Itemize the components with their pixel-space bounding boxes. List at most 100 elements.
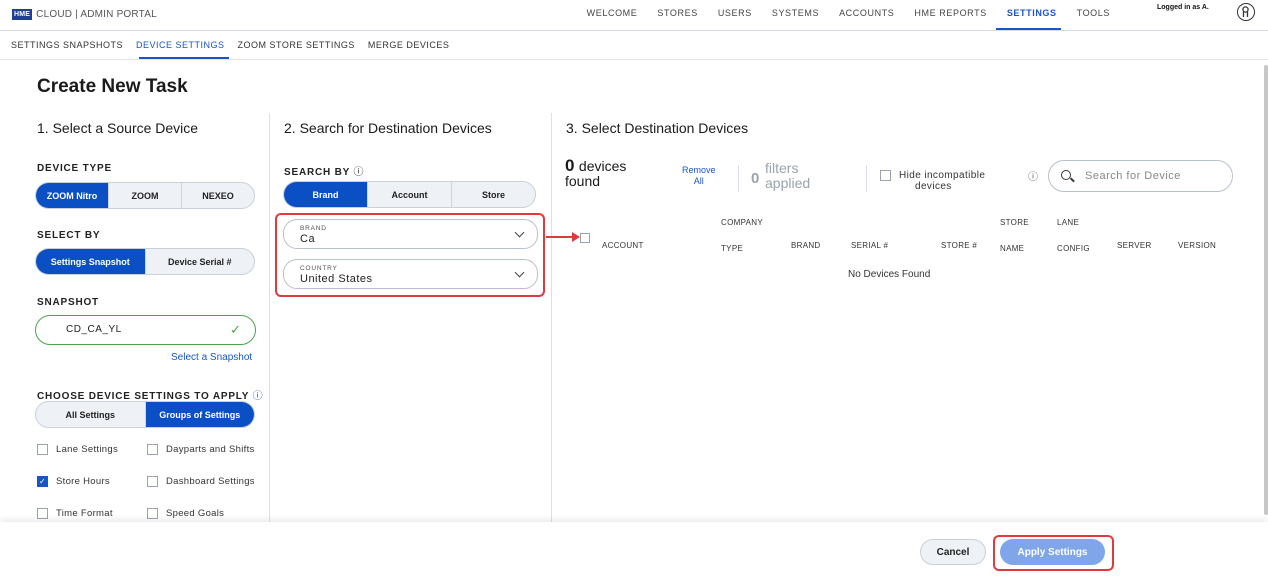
snapshot-value: CD_CA_YL — [66, 324, 122, 335]
setting-time-format[interactable]: Time Format — [37, 508, 113, 519]
select-destination-title: 3. Select Destination Devices — [566, 120, 749, 136]
setting-dayparts-and-shifts[interactable]: Dayparts and Shifts — [147, 444, 255, 455]
device-search[interactable]: Search for Device — [1048, 160, 1233, 192]
select-by-device-serial[interactable]: Device Serial # — [146, 249, 255, 274]
device-type-nexeo[interactable]: NEXEO — [182, 183, 254, 208]
info-icon[interactable]: ⓘ — [1028, 168, 1038, 183]
col-server[interactable]: SERVER — [1117, 226, 1152, 252]
checkbox[interactable] — [147, 476, 158, 487]
device-type-zoom-nitro[interactable]: ZOOM Nitro — [36, 183, 109, 208]
search-input[interactable]: Search for Device — [1085, 170, 1181, 182]
tab-merge-devices[interactable]: MERGE DEVICES — [368, 40, 450, 50]
country-dropdown[interactable]: COUNTRY United States — [283, 259, 538, 289]
select-snapshot-link[interactable]: Select a Snapshot — [171, 352, 252, 363]
col-company-type[interactable]: COMPANY TYPE — [721, 216, 763, 255]
nav-active-indicator — [996, 28, 1061, 30]
choose-settings-label: CHOOSE DEVICE SETTINGS TO APPLY ⓘ — [37, 391, 264, 402]
apply-settings-button[interactable]: Apply Settings — [1000, 539, 1105, 565]
col-lane-config[interactable]: LANE CONFIG — [1057, 216, 1090, 255]
checkbox[interactable] — [880, 170, 891, 181]
divider — [866, 165, 867, 192]
tab-settings-snapshots[interactable]: SETTINGS SNAPSHOTS — [11, 40, 123, 50]
col-account[interactable]: ACCOUNT — [602, 226, 644, 252]
brand-dropdown[interactable]: BRAND Ca — [283, 219, 538, 249]
cancel-button[interactable]: Cancel — [920, 539, 986, 565]
search-by-store[interactable]: Store — [452, 182, 535, 207]
remove-all-link[interactable]: Remove All — [682, 165, 716, 187]
snapshot-label: SNAPSHOT — [37, 297, 99, 308]
check-icon: ✓ — [230, 322, 241, 337]
column-divider — [551, 113, 552, 523]
select-by-settings-snapshot[interactable]: Settings Snapshot — [36, 249, 146, 274]
setting-lane-settings[interactable]: Lane Settings — [37, 444, 118, 455]
page-title: Create New Task — [37, 76, 188, 97]
devices-found-summary: 0 devices found — [565, 157, 626, 189]
col-brand[interactable]: BRAND — [791, 226, 821, 252]
hide-incompatible-label: Hide incompatible devices — [899, 170, 986, 192]
tab-device-settings[interactable]: DEVICE SETTINGS — [136, 40, 225, 50]
logo-badge: HME — [12, 9, 33, 20]
device-type-zoom[interactable]: ZOOM — [109, 183, 182, 208]
search-by-label: SEARCH BY ⓘ — [284, 167, 365, 178]
col-serial[interactable]: SERIAL # — [851, 226, 888, 252]
search-by-brand[interactable]: Brand — [284, 182, 368, 207]
chevron-down-icon — [514, 227, 525, 238]
search-by-account[interactable]: Account — [368, 182, 452, 207]
source-device-title: 1. Select a Source Device — [37, 120, 199, 136]
logo[interactable]: HME CLOUD | ADMIN PORTAL — [12, 9, 157, 20]
select-by-label: SELECT BY — [37, 230, 101, 241]
annotation-arrow-head — [572, 232, 580, 242]
chevron-down-icon — [514, 267, 525, 278]
select-by-selector: Settings Snapshot Device Serial # — [35, 248, 255, 275]
nav-tools[interactable]: TOOLS — [1077, 8, 1110, 18]
filters-count: 0 — [751, 170, 760, 187]
checkbox[interactable] — [147, 444, 158, 455]
select-all-checkbox[interactable] — [580, 233, 590, 243]
logo-text: CLOUD | ADMIN PORTAL — [36, 9, 157, 20]
tab-zoom-store-settings[interactable]: ZOOM STORE SETTINGS — [238, 40, 355, 50]
filters-label: filters applied — [765, 160, 811, 191]
checkbox-checked[interactable]: ✓ — [37, 476, 48, 487]
search-destination-title: 2. Search for Destination Devices — [284, 120, 492, 136]
empty-state-text: No Devices Found — [848, 269, 931, 280]
checkbox[interactable] — [147, 508, 158, 519]
nav-stores[interactable]: STORES — [657, 8, 697, 18]
search-icon — [1061, 170, 1071, 180]
setting-store-hours[interactable]: ✓ Store Hours — [37, 476, 110, 487]
info-icon[interactable]: ⓘ — [253, 391, 264, 402]
device-type-selector: ZOOM Nitro ZOOM NEXEO — [35, 182, 255, 209]
nav-hme-reports[interactable]: HME REPORTS — [914, 8, 986, 18]
divider — [738, 165, 739, 192]
snapshot-field[interactable]: CD_CA_YL ✓ — [35, 315, 256, 345]
nav-accounts[interactable]: ACCOUNTS — [839, 8, 894, 18]
column-divider — [269, 113, 270, 523]
setting-speed-goals[interactable]: Speed Goals — [147, 508, 224, 519]
nav-users[interactable]: USERS — [718, 8, 752, 18]
subnav-active-indicator — [139, 57, 229, 59]
col-store-name[interactable]: STORE NAME — [1000, 216, 1029, 255]
scrollbar[interactable] — [1264, 65, 1268, 515]
annotation-arrow — [546, 236, 574, 238]
found-label: found — [565, 173, 601, 189]
nav-systems[interactable]: SYSTEMS — [772, 8, 819, 18]
top-bar: HME CLOUD | ADMIN PORTAL WELCOME STORES … — [0, 0, 1268, 31]
checkbox[interactable] — [37, 444, 48, 455]
country-value: United States — [300, 273, 373, 285]
setting-dashboard-settings[interactable]: Dashboard Settings — [147, 476, 255, 487]
nav-settings[interactable]: SETTINGS — [1007, 8, 1057, 18]
col-store-number[interactable]: STORE # — [941, 226, 977, 252]
footer-bar: Cancel Apply Settings — [0, 522, 1268, 577]
scope-groups-of-settings[interactable]: Groups of Settings — [145, 402, 254, 427]
checkbox[interactable] — [37, 508, 48, 519]
country-label: COUNTRY — [300, 265, 338, 272]
info-icon[interactable]: ⓘ — [354, 167, 365, 178]
col-version[interactable]: VERSION — [1178, 226, 1216, 252]
user-account-icon[interactable] — [1237, 3, 1255, 21]
main-nav: WELCOME STORES USERS SYSTEMS ACCOUNTS HM… — [587, 8, 1110, 18]
search-by-selector: Brand Account Store — [283, 181, 536, 208]
nav-welcome[interactable]: WELCOME — [587, 8, 638, 18]
hide-incompatible-toggle[interactable]: Hide incompatible devices — [880, 170, 985, 192]
scope-all-settings[interactable]: All Settings — [36, 402, 146, 427]
brand-value: Ca — [300, 233, 316, 245]
device-type-label: DEVICE TYPE — [37, 163, 112, 174]
